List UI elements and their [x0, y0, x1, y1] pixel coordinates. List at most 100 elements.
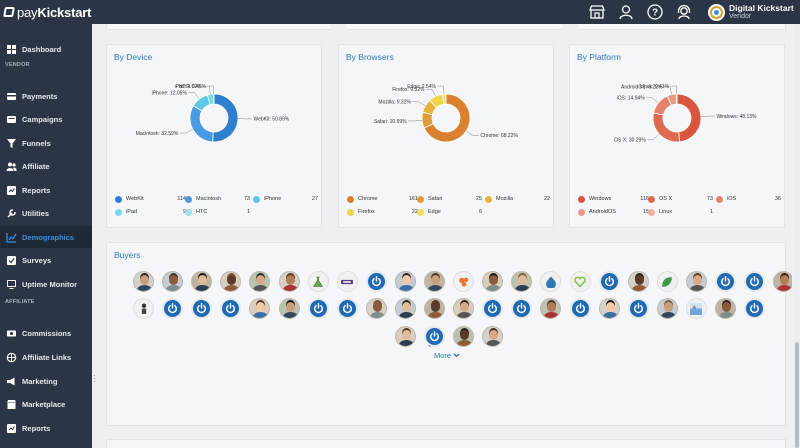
buyer-avatar-photo[interactable]	[627, 271, 649, 292]
support-icon[interactable]	[674, 2, 694, 22]
buyer-avatar-photo[interactable]	[394, 298, 416, 319]
user-icon[interactable]	[616, 2, 636, 22]
sidebar-item-affiliate[interactable]: Affiliate	[0, 155, 92, 177]
sidebar-item-label: Utilities	[22, 208, 50, 218]
device-slice-webkit[interactable]	[212, 93, 239, 143]
buyer-avatar-default[interactable]	[744, 271, 766, 292]
buyer-avatar-photo[interactable]	[482, 326, 504, 347]
buyer-avatar-photo[interactable]	[365, 298, 387, 319]
device-legend-item[interactable]: iPhone	[253, 195, 281, 203]
buyer-avatar-default[interactable]	[627, 298, 649, 319]
buyer-avatar-default[interactable]	[744, 298, 766, 319]
sidebar-item-payments[interactable]: Payments	[0, 85, 92, 107]
device-legend-item[interactable]: Macintosh	[185, 195, 221, 203]
buyer-avatar-photo[interactable]	[394, 271, 416, 292]
buyer-avatar-photo[interactable]	[598, 298, 620, 319]
platform-legend-item[interactable]: Windows	[578, 195, 611, 203]
buyer-avatar-drop[interactable]	[540, 271, 562, 292]
legend-swatch	[648, 208, 655, 216]
power-icon	[604, 276, 614, 287]
more-buyers-link[interactable]: More	[434, 351, 460, 360]
buyer-avatar-bar[interactable]	[336, 271, 358, 292]
app-logo[interactable]: pay Kickstart	[3, 3, 91, 21]
buyer-avatar-photo[interactable]	[453, 298, 475, 319]
buyer-avatar-photo[interactable]	[656, 298, 678, 319]
buyer-avatar-photo[interactable]	[511, 271, 533, 292]
buyer-avatar-default[interactable]	[715, 271, 736, 292]
buyer-avatar-photo[interactable]	[453, 326, 475, 347]
buyer-avatar-photo[interactable]	[715, 298, 736, 319]
device-legend-item[interactable]: HTC	[185, 208, 207, 216]
buyer-avatar-photo[interactable]	[278, 271, 300, 292]
buyer-avatar-flask[interactable]	[307, 271, 329, 292]
browsers-legend-item[interactable]: Firefox	[347, 208, 375, 216]
sidebar-item-reports[interactable]: Reports	[0, 179, 92, 201]
help-icon[interactable]: ?	[645, 2, 665, 22]
platform-legend-item[interactable]: Linux	[648, 208, 672, 216]
device-slice-htc[interactable]	[212, 93, 215, 105]
buyer-avatar-photo[interactable]	[773, 271, 792, 292]
buyer-avatar-default[interactable]	[191, 298, 213, 319]
buyer-avatar-default[interactable]	[365, 271, 387, 292]
buyer-avatar-default[interactable]	[424, 326, 446, 347]
platform-legend-item[interactable]: iOS	[716, 195, 736, 203]
sidebar-item-demographics[interactable]: Demographics	[0, 226, 92, 248]
sidebar-item-commissions[interactable]: Commissions	[0, 322, 92, 344]
sidebar-item-dashboard[interactable]: Dashboard	[0, 38, 92, 60]
platform-legend-item[interactable]: AndroidOS	[578, 208, 616, 216]
buyer-avatar-default[interactable]	[482, 298, 504, 319]
platform-slice-linux[interactable]	[675, 93, 678, 105]
browsers-legend-item[interactable]: Chrome	[347, 195, 378, 203]
buyer-avatar-dots[interactable]	[453, 271, 475, 292]
device-legend-item[interactable]: WebKit	[115, 195, 144, 203]
power-icon	[168, 303, 178, 314]
buyer-avatar-photo[interactable]	[249, 298, 271, 319]
buyer-avatar-default[interactable]	[336, 298, 358, 319]
buyer-avatar-photo[interactable]	[133, 271, 154, 292]
buyer-avatar-scene[interactable]	[685, 298, 707, 319]
sidebar-item-affiliate-links[interactable]: Affiliate Links	[0, 346, 92, 368]
buyer-avatar-default[interactable]	[598, 271, 620, 292]
buyer-avatar-photo[interactable]	[540, 298, 562, 319]
sidebar-resize-handle[interactable]: · · ·	[93, 372, 96, 386]
sidebar-item-campaigns[interactable]: Campaigns	[0, 108, 92, 130]
buyer-avatar-photo[interactable]	[220, 271, 242, 292]
buyer-avatar-photo[interactable]	[482, 271, 504, 292]
buyer-avatar-figure[interactable]	[133, 298, 154, 319]
sidebar-item-surveys[interactable]: Surveys	[0, 249, 92, 271]
buyer-avatar-default[interactable]	[569, 298, 591, 319]
account-menu[interactable]: Digital Kickstart Vendor	[708, 2, 800, 22]
page-scrollbar[interactable]	[794, 24, 800, 448]
buyer-avatar-photo[interactable]	[395, 326, 416, 347]
buyer-avatar-photo[interactable]	[424, 298, 445, 319]
buyer-avatar-default[interactable]	[220, 298, 242, 319]
buyer-avatar-photo[interactable]	[191, 271, 213, 292]
platform-legend-item[interactable]: OS X	[648, 195, 672, 203]
sidebar-item-marketing[interactable]: Marketing	[0, 370, 92, 392]
buyer-avatar-photo[interactable]	[249, 271, 271, 292]
legend-swatch	[115, 195, 122, 203]
device-slice-macintosh[interactable]	[189, 105, 214, 143]
buyer-avatar-photo[interactable]	[424, 271, 445, 292]
buyer-avatar-default[interactable]	[307, 298, 329, 319]
sidebar-item-uptime-monitor[interactable]: Uptime Monitor	[0, 273, 92, 295]
device-legend-item[interactable]: iPad	[115, 208, 137, 216]
platform-slice-os-x[interactable]	[652, 112, 681, 143]
buyer-avatar-photo[interactable]	[278, 298, 300, 319]
buyer-avatar-default[interactable]	[511, 298, 533, 319]
store-icon[interactable]	[587, 2, 607, 22]
sidebar-item-marketplace[interactable]: Marketplace	[0, 393, 92, 415]
buyer-avatar-leaf[interactable]	[656, 271, 678, 292]
browsers-legend-item[interactable]: Safari	[417, 195, 442, 203]
buyer-avatar-photo[interactable]	[685, 271, 707, 292]
scrollbar-thumb[interactable]	[795, 342, 799, 448]
buyer-avatar-photo[interactable]	[162, 271, 184, 292]
sidebar-item-funnels[interactable]: Funnels	[0, 132, 92, 154]
sidebar-item-reports-affiliate[interactable]: Reports	[0, 417, 92, 439]
browsers-legend-item[interactable]: Mozilla	[485, 195, 513, 203]
platform-slice-windows[interactable]	[676, 93, 702, 143]
buyer-avatar-heart[interactable]	[569, 271, 591, 292]
buyer-avatar-default[interactable]	[162, 298, 184, 319]
sidebar-item-utilities[interactable]: Utilities	[0, 202, 92, 224]
browsers-legend-item[interactable]: Edge	[417, 208, 441, 216]
